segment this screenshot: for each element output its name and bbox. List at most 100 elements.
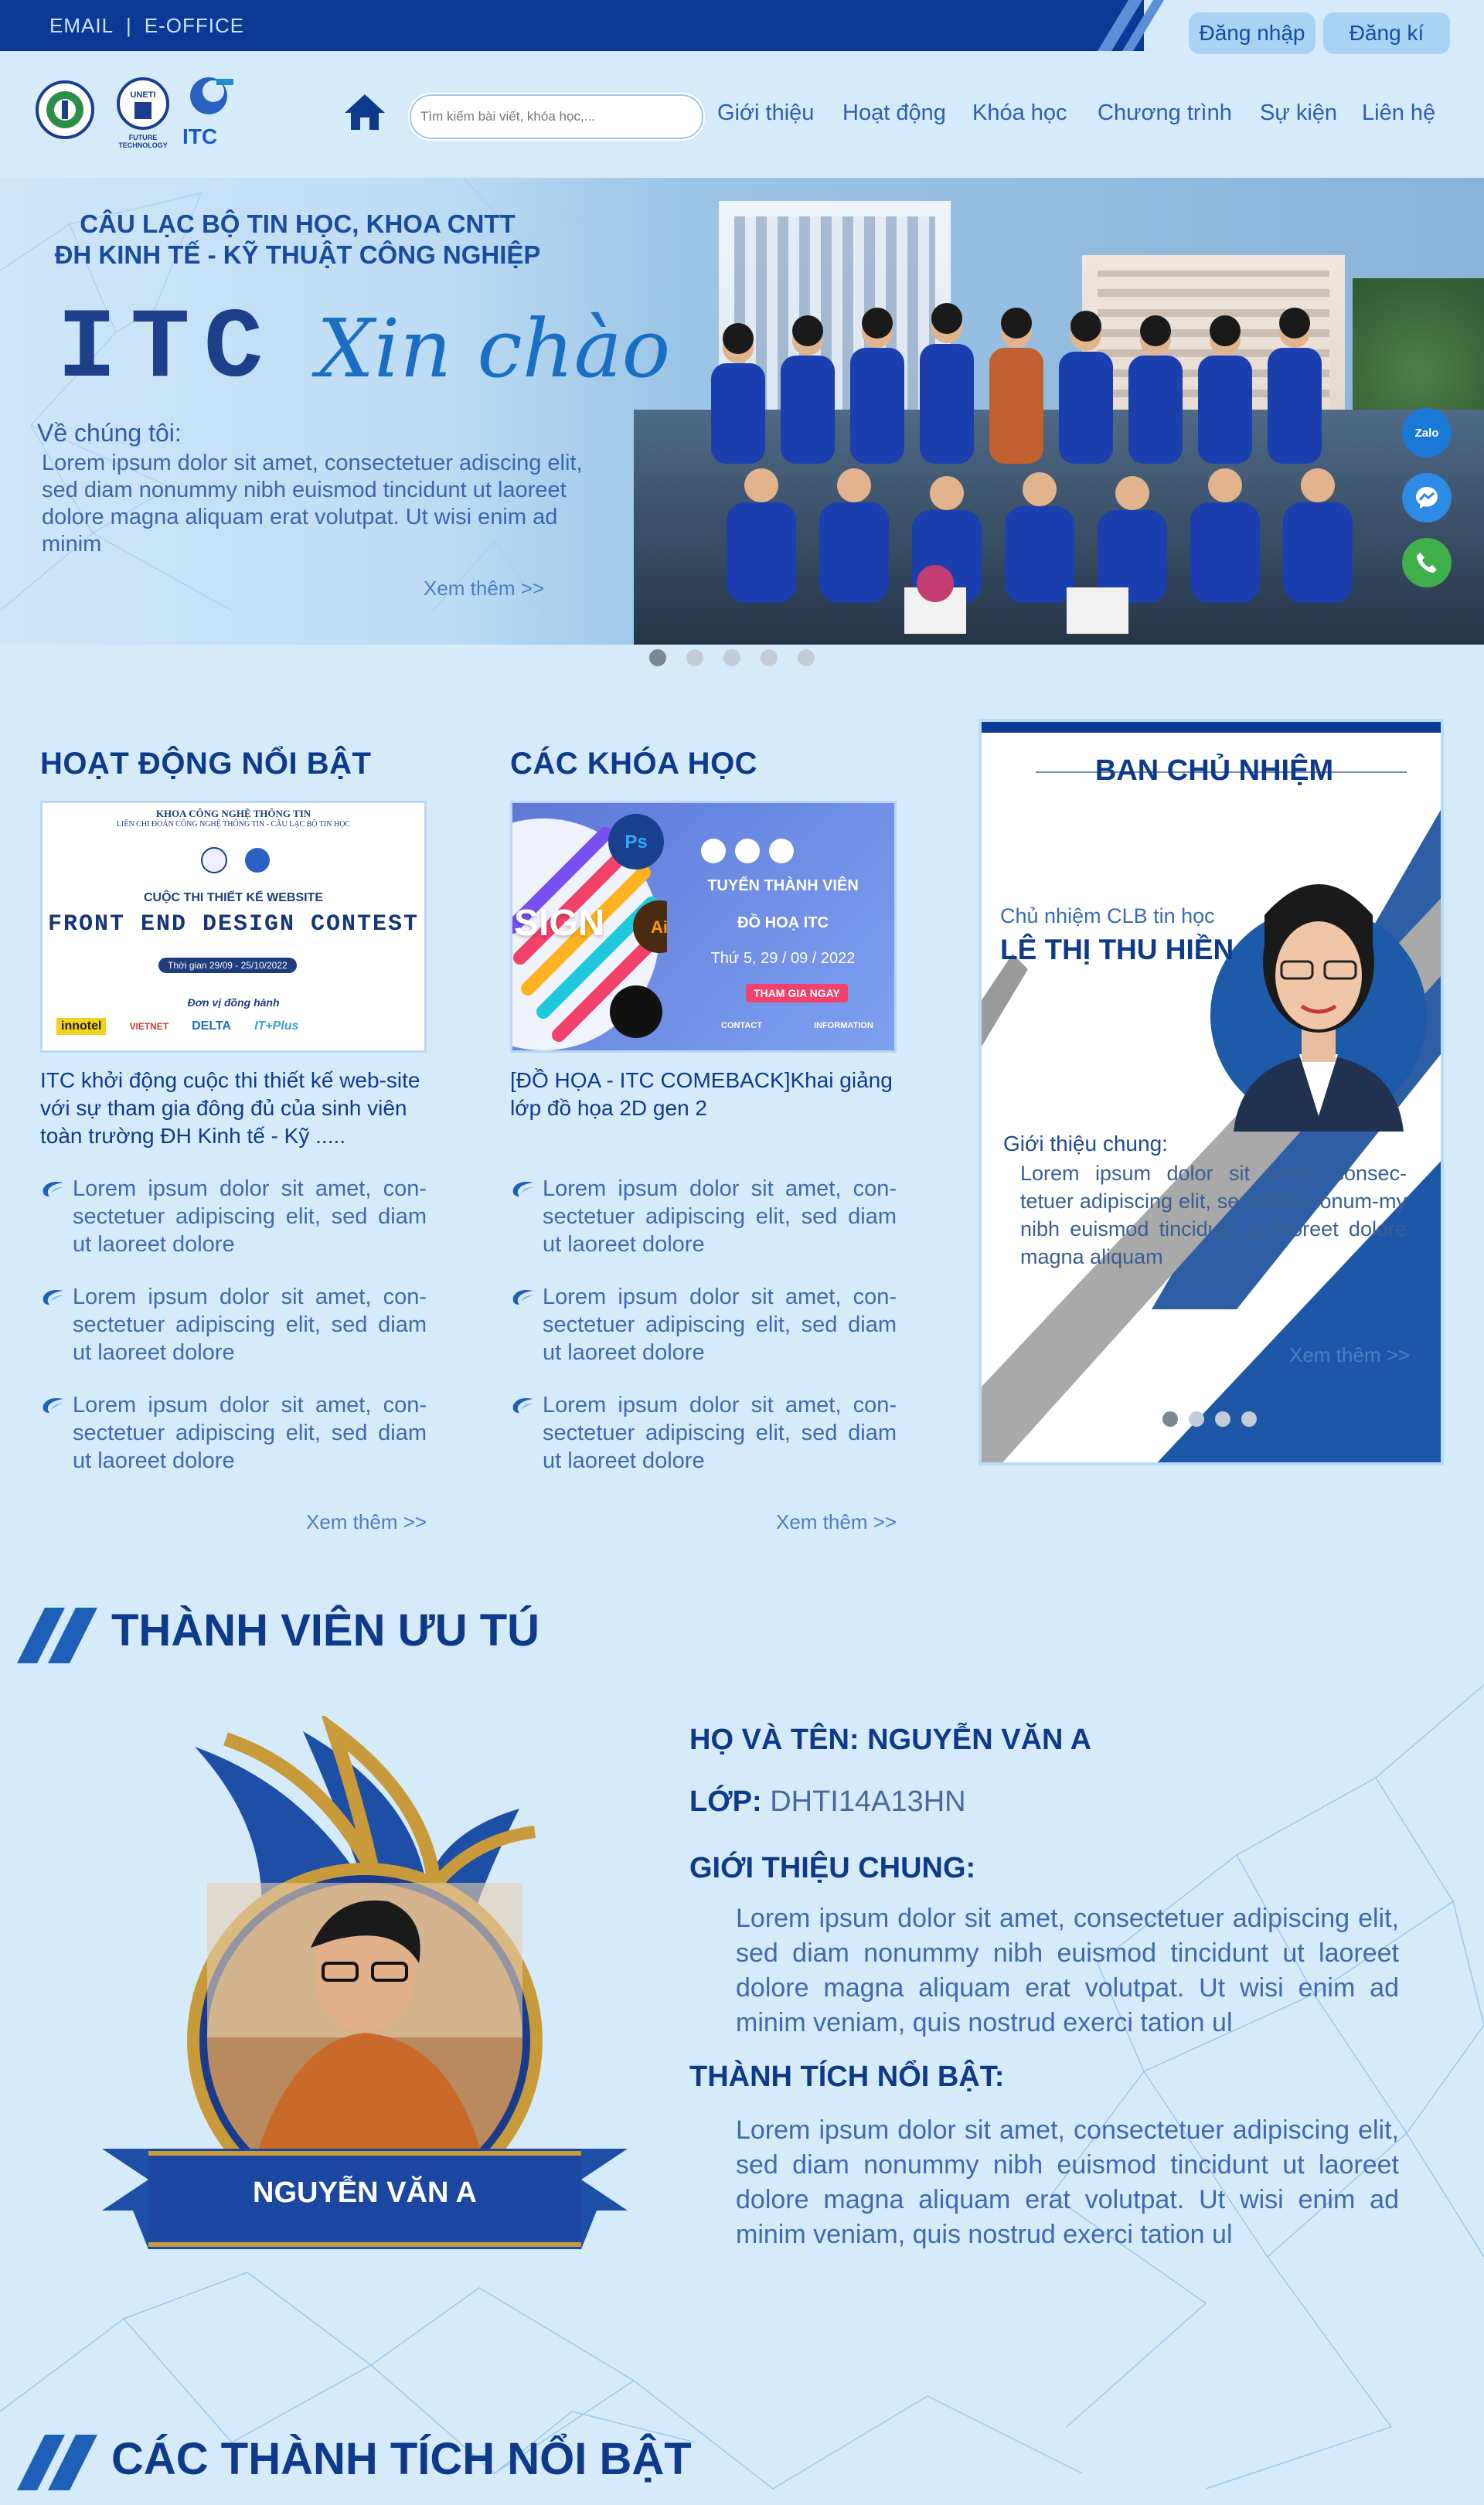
board-intro-label: Giới thiệu chung:	[1003, 1132, 1168, 1155]
board-portrait-image	[1210, 807, 1427, 1132]
courses-more-link[interactable]: Xem thêm >>	[776, 1510, 897, 1534]
slider-dot[interactable]	[649, 649, 666, 666]
email-link[interactable]: EMAIL	[49, 14, 114, 37]
poster-sponsors-label: Đơn vị đồng hành	[187, 996, 280, 1009]
course-bullet-list: Lorem ipsum dolor sit amet, con-sectetue…	[510, 1175, 897, 1499]
slider-dot[interactable]	[1189, 1411, 1204, 1427]
slider-dot[interactable]	[1215, 1411, 1230, 1427]
home-icon[interactable]	[343, 93, 386, 131]
member-achieve-label: THÀNH TÍCH NỔI BẬT:	[689, 2061, 1005, 2093]
svg-text:Ps: Ps	[625, 832, 647, 853]
poster-time: Thời gian 29/09 - 25/10/2022	[158, 958, 297, 973]
decorative-stripes-icon	[1067, 0, 1190, 51]
nav-su-kien[interactable]: Sự kiện	[1260, 100, 1337, 126]
slider-dot[interactable]	[798, 649, 815, 666]
hero-club-name: CÂU LẠC BỘ TIN HỌC, KHOA CNTT ĐH KINH TẾ…	[0, 209, 595, 271]
poster-cta: THAM GIA NGAY	[746, 984, 848, 1002]
slider-dot[interactable]	[1162, 1411, 1178, 1427]
member-class-label: LỚP:	[689, 1785, 762, 1818]
nav-lien-he[interactable]: Liên hệ	[1362, 100, 1435, 126]
member-name: HỌ VÀ TÊN: NGUYỄN VĂN A	[689, 1724, 1092, 1756]
poster-org2: LIÊN CHI ĐOÀN CÔNG NGHỆ THÔNG TIN - CÂU …	[116, 820, 351, 829]
course-caption[interactable]: [ĐỒ HỌA - ITC COMEBACK]Khai giảng lớp đồ…	[510, 1067, 897, 1122]
bullet-text: Lorem ipsum dolor sit amet, con-sectetue…	[73, 1285, 427, 1365]
uneti-logo-icon	[36, 80, 94, 139]
activity-poster-image[interactable]: KHOA CÔNG NGHỆ THÔNG TIN LIÊN CHI ĐOÀN C…	[40, 801, 427, 1053]
bullet-text: Lorem ipsum dolor sit amet, con-sectetue…	[543, 1176, 897, 1257]
bullet-item: Lorem ipsum dolor sit amet, con-sectetue…	[510, 1391, 897, 1475]
board-card: BAN CHỦ NHIỆM Chủ nhiệm CLB tin học LÊ T…	[979, 719, 1444, 1465]
swirl-bullet-icon	[43, 1398, 63, 1413]
course-poster-image[interactable]: Ps Ai SIGN TUYỂN THÀNH VIÊN ĐỒ HOẠ ITC T…	[510, 801, 897, 1053]
activity-caption[interactable]: ITC khởi động cuộc thi thiết kế web-site…	[40, 1067, 427, 1150]
top-links: EMAIL | E-OFFICE	[49, 14, 257, 38]
poster-sign-text: SIGN	[514, 903, 605, 944]
hero-banner: CÂU LẠC BỘ TIN HỌC, KHOA CNTT ĐH KINH TẾ…	[0, 178, 1484, 645]
hero-line1: CÂU LẠC BỘ TIN HỌC, KHOA CNTT	[80, 209, 516, 238]
poster-sub: CUỘC THI THIẾT KẾ WEBSITE	[144, 891, 323, 904]
slider-dot[interactable]	[1241, 1411, 1257, 1427]
sponsor-itplus: IT+Plus	[254, 1019, 299, 1033]
search-input[interactable]	[408, 93, 705, 141]
register-button[interactable]: Đăng kí	[1323, 12, 1450, 54]
member-emblem-image: NGUYỄN VĂN A	[102, 1712, 628, 2257]
itc-logo[interactable]: ITC	[182, 74, 244, 151]
about-text: Lorem ipsum dolor sit amet, consectetuer…	[42, 451, 583, 556]
activities-title: HOẠT ĐỘNG NỔI BẬT	[40, 747, 372, 781]
zalo-icon[interactable]: Zalo	[1402, 408, 1452, 458]
section-stripes-icon-2	[17, 2435, 97, 2490]
group-photo-image	[711, 303, 1353, 634]
slider-dot[interactable]	[723, 649, 740, 666]
poster-main: FRONT END DESIGN CONTEST	[47, 911, 420, 938]
hero-slider-dots	[649, 649, 835, 668]
slider-dot[interactable]	[761, 649, 778, 666]
about-label: Về chúng tôi:	[37, 419, 182, 447]
nav-hoat-dong[interactable]: Hoạt động	[842, 100, 946, 126]
sponsor-innotel: innotel	[56, 1018, 107, 1035]
bullet-text: Lorem ipsum dolor sit amet, con-sectetue…	[73, 1176, 427, 1257]
poster-logos-icon-2	[690, 836, 814, 870]
nav-gioi-thieu[interactable]: Giới thiệu	[717, 100, 814, 126]
poster-info: INFORMATION	[814, 1021, 873, 1030]
member-section-title: THÀNH VIÊN ƯU TÚ	[111, 1605, 540, 1656]
poster-l2: ĐỒ HOẠ ITC	[737, 914, 829, 931]
nav-chuong-trinh[interactable]: Chương trình	[1098, 100, 1232, 126]
activities-more-link[interactable]: Xem thêm >>	[306, 1510, 427, 1534]
swirl-bullet-icon	[512, 1398, 533, 1413]
slider-dot[interactable]	[686, 649, 703, 666]
board-intro-text: Lorem ipsum dolor sit amet, consec-tetue…	[1020, 1162, 1407, 1268]
poster-sponsors: innotel VIETNET DELTA IT+Plus	[56, 1018, 298, 1035]
board-name: LÊ THỊ THU HIỀN	[1000, 934, 1234, 965]
hero-line2: ĐH KINH TẾ - KỸ THUẬT CÔNG NGHIỆP	[54, 240, 541, 269]
swirl-bullet-icon	[512, 1182, 533, 1196]
bullet-item: Lorem ipsum dolor sit amet, con-sectetue…	[510, 1175, 897, 1258]
poster-l1: TUYỂN THÀNH VIÊN	[707, 877, 859, 894]
section-stripes-icon	[17, 1608, 97, 1663]
sponsor-vietnet: VIETNET	[129, 1021, 169, 1032]
member-class-row: LỚP: DHTI14A13HN	[689, 1785, 966, 1819]
messenger-icon[interactable]	[1402, 473, 1452, 522]
bullet-item: Lorem ipsum dolor sit amet, con-sectetue…	[40, 1175, 427, 1258]
poster-org1: KHOA CÔNG NGHỆ THÔNG TIN	[155, 808, 311, 819]
bullet-item: Lorem ipsum dolor sit amet, con-sectetue…	[40, 1283, 427, 1367]
eoffice-link[interactable]: E-OFFICE	[145, 14, 244, 37]
hero-more-link[interactable]: Xem thêm >>	[424, 577, 544, 601]
nav-khoa-hoc[interactable]: Khóa học	[972, 100, 1067, 126]
hero-brand: ITC	[57, 294, 277, 406]
phone-icon[interactable]	[1402, 538, 1452, 587]
future-technology-label: FUTURE TECHNOLOGY	[118, 134, 168, 149]
future-technology-logo[interactable]: UNETI FUTURE TECHNOLOGY	[108, 76, 178, 153]
member-intro-label: GIỚI THIỆU CHUNG:	[689, 1852, 976, 1884]
swirl-bullet-icon	[43, 1290, 63, 1305]
member-class-value: DHTI14A13HN	[770, 1785, 966, 1818]
board-more-link[interactable]: Xem thêm >>	[1289, 1343, 1410, 1367]
login-button[interactable]: Đăng nhập	[1189, 12, 1316, 54]
bullet-item: Lorem ipsum dolor sit amet, con-sectetue…	[510, 1283, 897, 1367]
swirl-bullet-icon	[43, 1182, 63, 1196]
bullet-item: Lorem ipsum dolor sit amet, con-sectetue…	[40, 1391, 427, 1475]
bullet-text: Lorem ipsum dolor sit amet, con-sectetue…	[543, 1285, 897, 1365]
itc-logo-icon	[190, 77, 233, 114]
poster-date: Thứ 5, 29 / 09 / 2022	[710, 950, 856, 967]
uneti-logo[interactable]	[34, 77, 96, 147]
member-intro-text: Lorem ipsum dolor sit amet, consectetuer…	[736, 1904, 1399, 2037]
